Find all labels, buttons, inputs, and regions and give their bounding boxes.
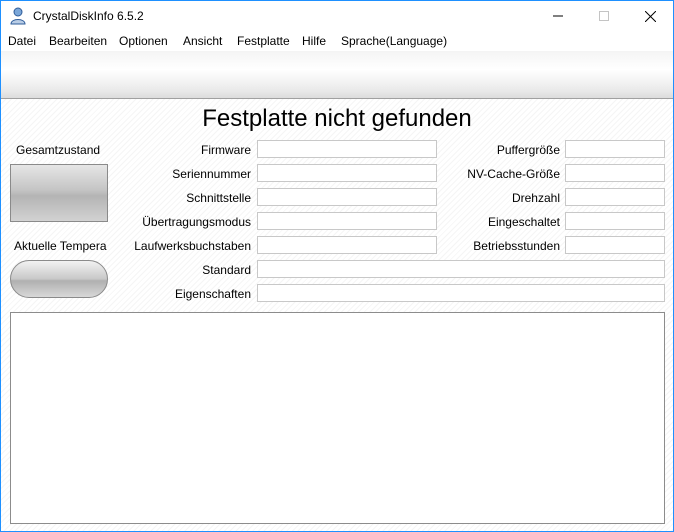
health-label: Gesamtzustand [16, 143, 101, 157]
window-title: CrystalDiskInfo 6.5.2 [33, 9, 144, 23]
rotation-rate-field[interactable] [565, 188, 665, 206]
menu-hilfe[interactable]: Hilfe [302, 34, 326, 48]
buffer-size-label: Puffergröße [496, 143, 560, 157]
nv-cache-size-field[interactable] [565, 164, 665, 182]
power-on-count-field[interactable] [565, 212, 665, 230]
menu-festplatte[interactable]: Festplatte [237, 34, 290, 48]
main-panel: Festplatte nicht gefunden Gesamtzustand … [1, 99, 673, 531]
smart-attributes-list[interactable] [10, 312, 665, 524]
power-on-hours-field[interactable] [565, 236, 665, 254]
standard-field[interactable] [257, 260, 665, 278]
temperature-indicator[interactable] [10, 260, 108, 298]
standard-label: Standard [202, 263, 251, 277]
transfer-mode-field[interactable] [257, 212, 437, 230]
menu-ansicht[interactable]: Ansicht [183, 34, 222, 48]
minimize-icon [553, 15, 563, 17]
serial-label: Seriennummer [172, 167, 251, 181]
serial-field[interactable] [257, 164, 437, 182]
drive-letters-label: Laufwerksbuchstaben [134, 239, 251, 253]
firmware-label: Firmware [201, 143, 251, 157]
transfer-mode-label: Übertragungsmodus [142, 215, 251, 229]
power-on-hours-label: Betriebsstunden [473, 239, 560, 253]
menu-optionen[interactable]: Optionen [119, 34, 168, 48]
interface-label: Schnittstelle [186, 191, 251, 205]
health-status-indicator[interactable] [10, 164, 108, 222]
drive-letters-field[interactable] [257, 236, 437, 254]
disk-selector-bar [1, 51, 673, 99]
minimize-button[interactable] [535, 1, 581, 31]
nv-cache-size-label: NV-Cache-Größe [467, 167, 560, 181]
menu-sprache[interactable]: Sprache(Language) [341, 34, 447, 48]
power-on-count-label: Eingeschaltet [487, 215, 560, 229]
menu-bar: Datei Bearbeiten Optionen Ansicht Festpl… [1, 31, 673, 51]
menu-bearbeiten[interactable]: Bearbeiten [49, 34, 107, 48]
close-button[interactable] [627, 1, 673, 31]
menu-datei[interactable]: Datei [8, 34, 36, 48]
temperature-label: Aktuelle Tempera [14, 239, 107, 253]
app-icon [9, 7, 27, 25]
buffer-size-field[interactable] [565, 140, 665, 158]
title-bar[interactable]: CrystalDiskInfo 6.5.2 [1, 1, 673, 31]
maximize-icon [599, 11, 609, 21]
features-field[interactable] [257, 284, 665, 302]
features-label: Eigenschaften [174, 287, 251, 301]
interface-field[interactable] [257, 188, 437, 206]
maximize-button[interactable] [581, 1, 627, 31]
rotation-rate-label: Drehzahl [511, 191, 560, 205]
close-icon [644, 10, 656, 22]
app-window: CrystalDiskInfo 6.5.2 Datei Bearbeiten O… [0, 0, 674, 532]
firmware-field[interactable] [257, 140, 437, 158]
page-title: Festplatte nicht gefunden [202, 105, 472, 132]
